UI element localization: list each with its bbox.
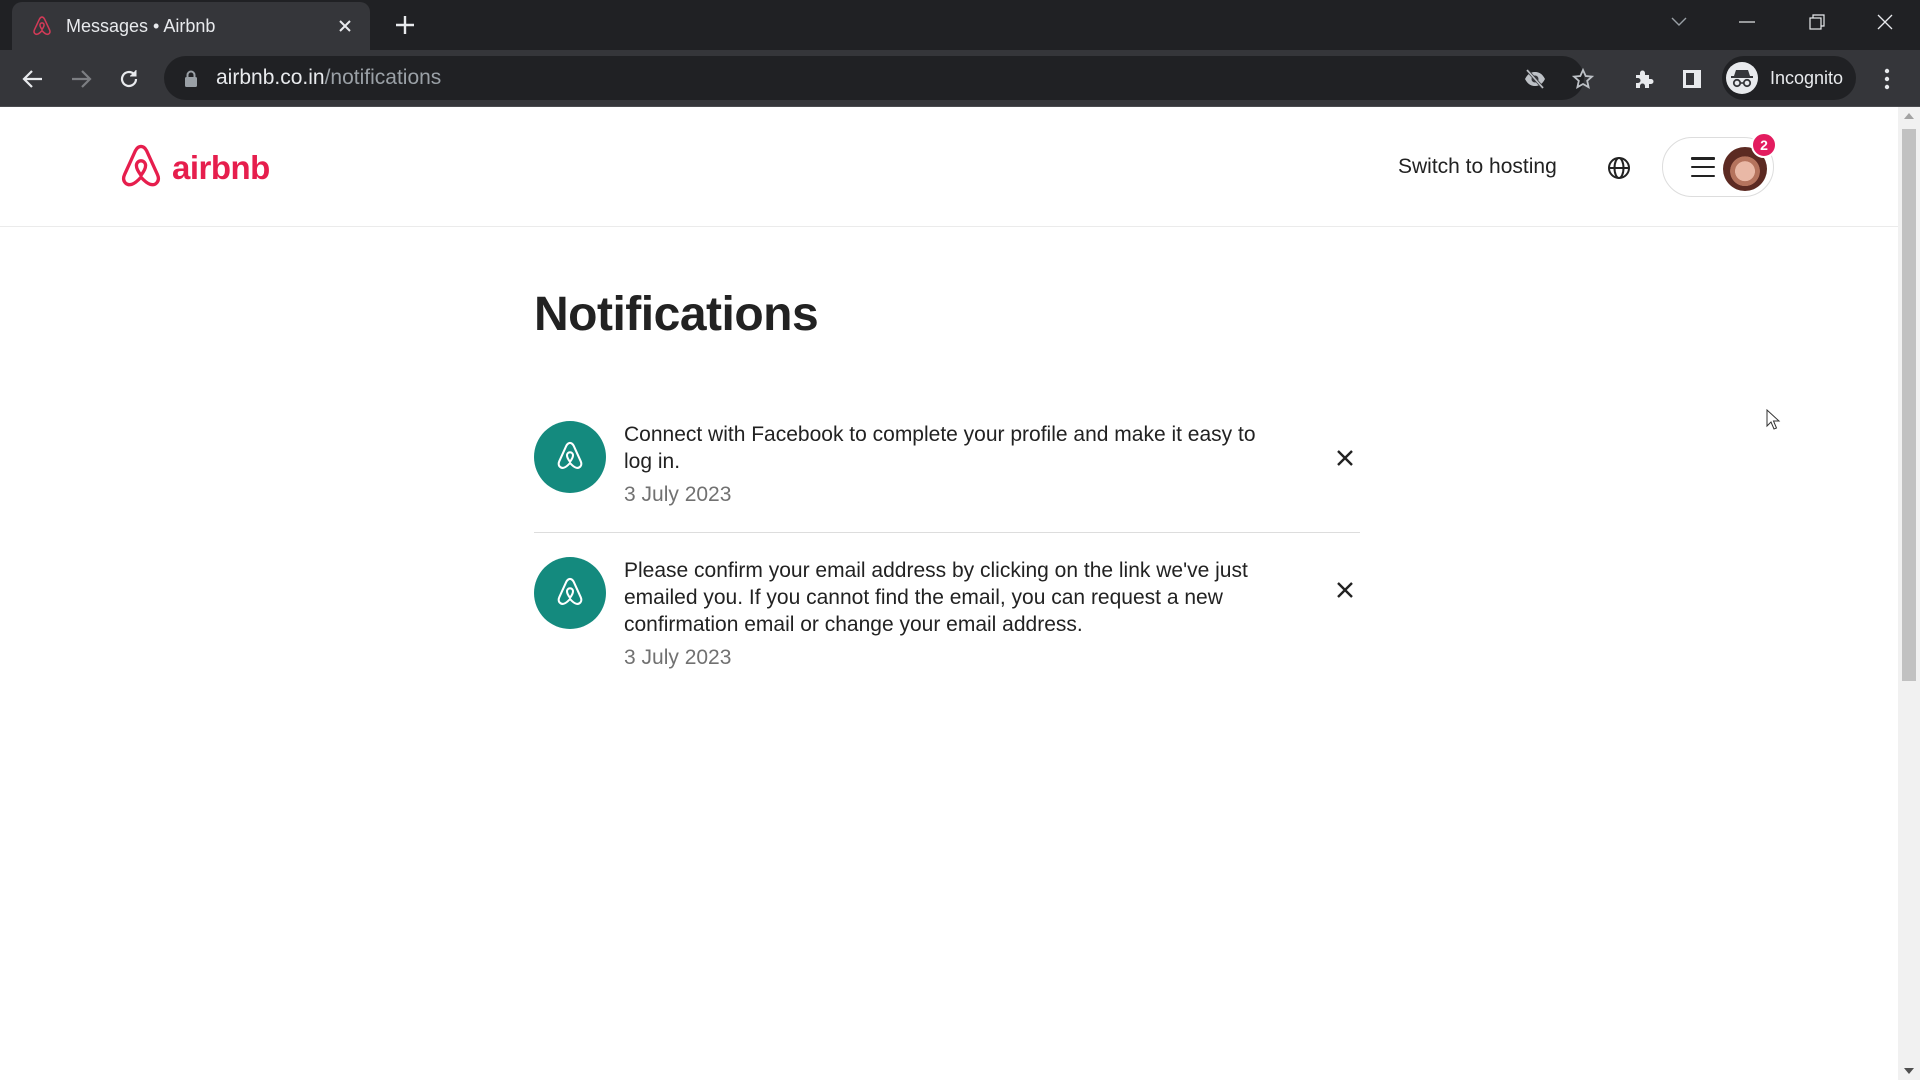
- airbnb-belo-icon: [121, 144, 161, 187]
- restore-icon: [1809, 14, 1825, 30]
- airbnb-favicon-icon: [30, 14, 54, 38]
- incognito-label: Incognito: [1770, 67, 1844, 88]
- kebab-menu-icon: [1884, 68, 1890, 90]
- extensions-button[interactable]: [1629, 64, 1659, 94]
- close-icon: [1337, 582, 1353, 598]
- notification-date: 3 July 2023: [624, 646, 732, 669]
- new-tab-button[interactable]: [392, 12, 418, 38]
- notification-date: 3 July 2023: [624, 483, 732, 506]
- side-panel-icon: [1683, 70, 1701, 88]
- close-icon: [1877, 14, 1893, 30]
- scroll-up-arrow-icon: [1904, 113, 1914, 119]
- plus-icon: [396, 16, 414, 34]
- language-button[interactable]: [1600, 149, 1638, 187]
- incognito-icon: [1726, 62, 1758, 94]
- browser-tabstrip: Messages • Airbnb: [0, 0, 1920, 50]
- side-panel-button[interactable]: [1677, 64, 1707, 94]
- site-header: airbnb Switch to hosting 2: [0, 107, 1898, 227]
- forward-button[interactable]: [66, 64, 96, 94]
- scroll-down-arrow-icon: [1904, 1068, 1914, 1074]
- browser-tab-active[interactable]: Messages • Airbnb: [12, 2, 370, 50]
- switch-to-hosting-link[interactable]: Switch to hosting: [1386, 145, 1569, 189]
- back-button[interactable]: [18, 64, 48, 94]
- notification-item: Connect with Facebook to complete your p…: [534, 405, 1360, 532]
- vertical-scrollbar[interactable]: [1898, 107, 1920, 1080]
- dismiss-notification-button[interactable]: [1330, 443, 1360, 473]
- eye-slash-icon[interactable]: [1522, 66, 1548, 92]
- notification-text: Please confirm your email address by cli…: [624, 559, 1248, 636]
- url-text[interactable]: airbnb.co.in/notifications: [216, 66, 441, 90]
- browser-menu-button[interactable]: [1872, 64, 1902, 94]
- url-domain: airbnb.co.in: [216, 66, 325, 89]
- url-path: /notifications: [324, 66, 442, 89]
- reload-button[interactable]: [114, 64, 144, 94]
- restore-button[interactable]: [1800, 8, 1834, 36]
- airbnb-logo[interactable]: airbnb: [118, 143, 270, 193]
- minimize-icon: [1739, 21, 1755, 23]
- chevron-down-icon: [1671, 17, 1687, 26]
- user-menu-button[interactable]: 2: [1662, 132, 1777, 197]
- page-title: Notifications: [534, 288, 819, 341]
- notification-text: Connect with Facebook to complete your p…: [624, 423, 1256, 473]
- globe-icon: [1608, 157, 1630, 179]
- hamburger-menu-icon: [1691, 157, 1715, 177]
- address-bar[interactable]: airbnb.co.in/notifications: [164, 56, 1594, 100]
- notifications-main: Notifications Connect with Facebook to c…: [534, 287, 1360, 669]
- notification-list: Connect with Facebook to complete your p…: [534, 405, 1360, 695]
- notification-item: Please confirm your email address by cli…: [534, 532, 1360, 695]
- incognito-profile-button[interactable]: Incognito: [1722, 56, 1856, 100]
- back-arrow-icon: [22, 70, 42, 88]
- close-icon: [1337, 450, 1353, 466]
- lock-icon[interactable]: [184, 69, 200, 87]
- browser-toolbar: airbnb.co.in/notifications Incognito: [0, 50, 1920, 106]
- scroll-up-button[interactable]: [1898, 107, 1920, 125]
- airbnb-notification-icon: [534, 421, 606, 493]
- tab-search-button[interactable]: [1662, 8, 1696, 36]
- star-icon[interactable]: [1570, 66, 1596, 92]
- dismiss-notification-button[interactable]: [1330, 575, 1360, 605]
- airbnb-notification-icon: [534, 557, 606, 629]
- brand-name: airbnb: [172, 149, 270, 186]
- scroll-down-button[interactable]: [1898, 1062, 1920, 1080]
- close-window-button[interactable]: [1868, 8, 1902, 36]
- notification-count-badge: 2: [1751, 132, 1777, 158]
- scrollbar-thumb[interactable]: [1902, 129, 1916, 681]
- notification-body: Connect with Facebook to complete your p…: [624, 421, 1274, 508]
- forward-arrow-icon: [72, 70, 92, 88]
- puzzle-icon: [1636, 70, 1654, 88]
- tab-close-icon[interactable]: [334, 15, 356, 37]
- mouse-cursor-icon: [1766, 409, 1781, 430]
- tab-title: Messages • Airbnb: [66, 15, 216, 36]
- page-content: airbnb Switch to hosting 2 Notifications…: [0, 107, 1898, 1080]
- notification-body: Please confirm your email address by cli…: [624, 557, 1274, 671]
- minimize-button[interactable]: [1730, 8, 1764, 36]
- reload-icon: [120, 70, 138, 88]
